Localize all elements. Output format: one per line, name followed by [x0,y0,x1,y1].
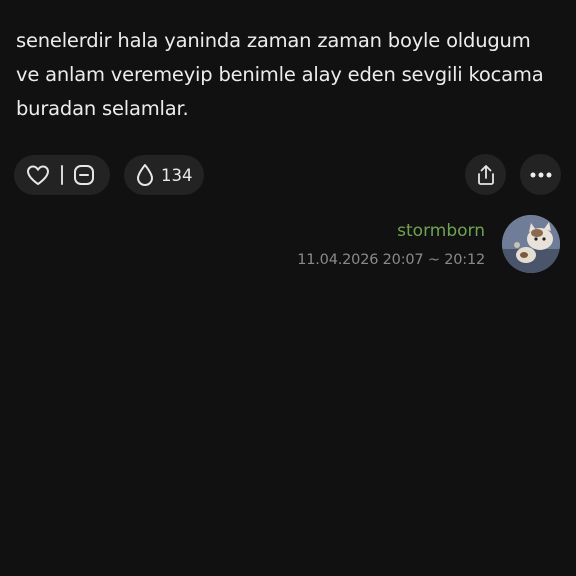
drop-count: 134 [161,165,193,185]
minus-box-icon[interactable] [73,164,95,186]
heart-icon[interactable] [25,163,51,187]
author-name[interactable]: stormborn [397,221,485,241]
share-button[interactable] [465,154,506,195]
entry-timestamp[interactable]: 11.04.2026 20:07 ~ 20:12 [297,252,485,268]
reaction-divider [61,165,63,185]
more-dots-icon [529,171,553,179]
share-icon [476,164,496,186]
drop-pill[interactable]: 134 [124,155,204,195]
drop-icon [135,163,155,187]
post-text: senelerdir hala yaninda zaman zaman boyl… [16,29,544,120]
entry-page: senelerdir hala yaninda zaman zaman boyl… [0,0,576,576]
avatar[interactable] [502,215,560,273]
reaction-pill [14,155,110,195]
more-button[interactable] [520,154,561,195]
